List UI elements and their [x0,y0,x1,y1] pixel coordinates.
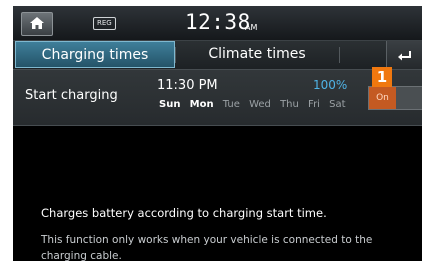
weekday-list: Sun Mon Tue Wed Thu Fri Sat [159,99,352,110]
charge-target-percent: 100% [313,78,348,92]
reg-badge: REG [93,17,116,30]
callout-badge: 1 [372,67,392,87]
day-sat: Sat [329,99,346,110]
home-icon [30,17,44,29]
description-primary: Charges battery according to charging st… [41,206,327,220]
tab-charging-times[interactable]: Charging times [15,41,175,68]
charge-start-time: 11:30 PM [157,78,218,93]
clock-ampm: AM [245,23,258,32]
back-arrow-icon [398,51,411,61]
day-tue: Tue [222,99,240,110]
day-thu: Thu [280,99,299,110]
back-button[interactable] [386,41,422,69]
status-bar: REG 12:38 AM [13,6,422,40]
day-sun: Sun [159,99,181,110]
description-secondary: This function only works when your vehic… [41,234,373,261]
charging-toggle[interactable]: On [368,86,422,110]
tab-climate-times[interactable]: Climate times [175,41,339,68]
tab-divider [339,47,340,63]
home-button[interactable] [21,12,53,36]
start-charging-label: Start charging [25,88,118,103]
day-mon: Mon [189,99,214,110]
screen-frame: REG 12:38 AM Charging times Climate time… [13,6,422,261]
toggle-on-label: On [369,87,396,109]
tab-bar: Charging times Climate times [13,40,422,69]
day-fri: Fri [308,99,320,110]
clock-time: 12:38 [185,10,251,34]
start-charging-row[interactable]: Start charging 11:30 PM 100% Sun Mon Tue… [13,69,422,126]
day-wed: Wed [249,99,271,110]
